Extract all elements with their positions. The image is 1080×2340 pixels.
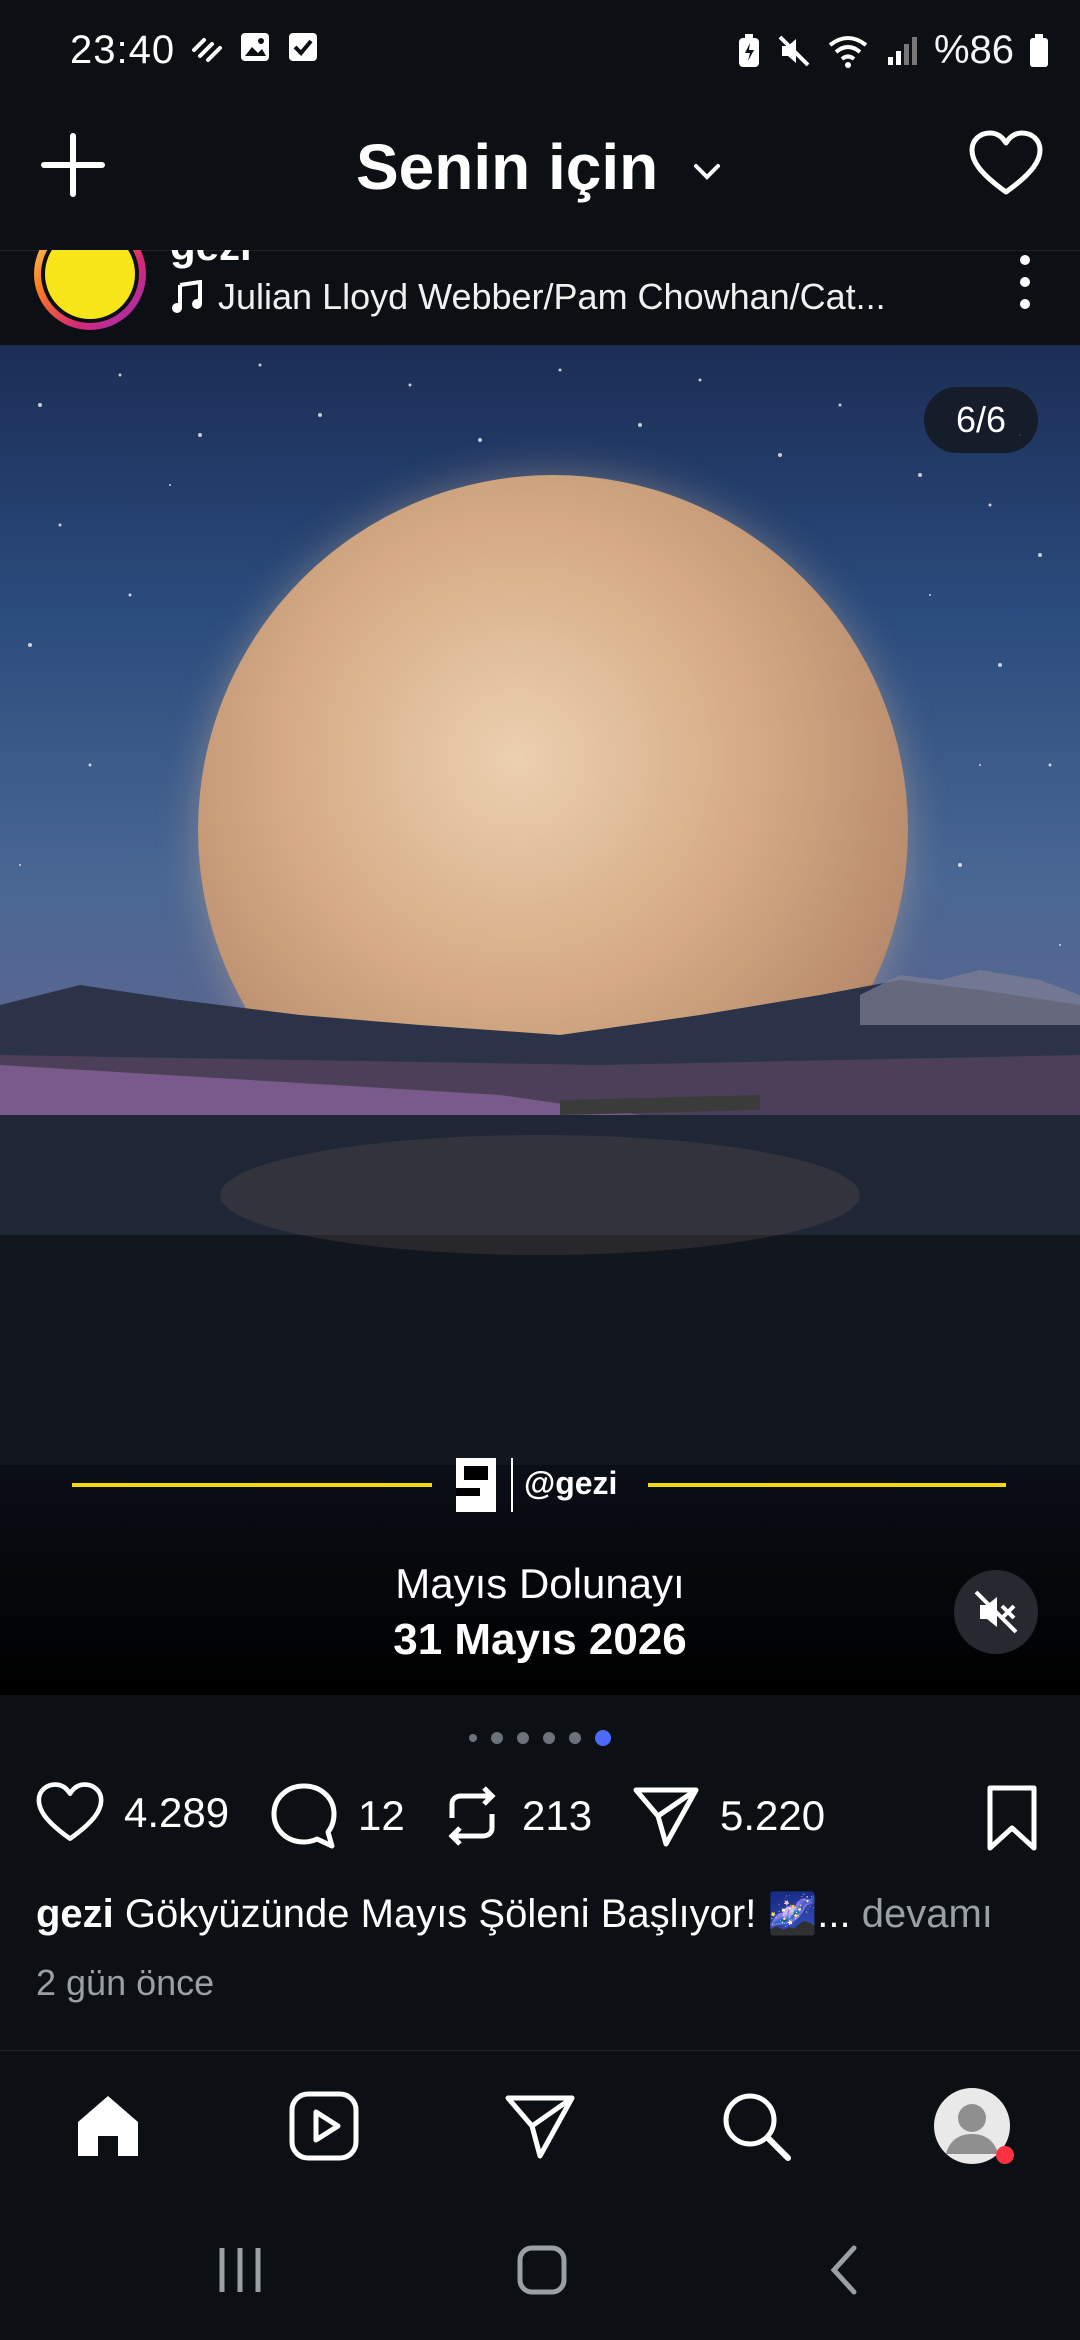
caption-text: Gökyüzünde Mayıs Şöleni Başlıyor! 🌌... bbox=[124, 1892, 851, 1936]
mute-icon bbox=[778, 35, 810, 66]
carousel-dot bbox=[491, 1732, 503, 1744]
battery-icon bbox=[1030, 33, 1048, 67]
status-time: 23:40 bbox=[70, 28, 176, 72]
image-counter: 6/6 bbox=[923, 387, 1038, 453]
repost-button[interactable]: 213 bbox=[440, 1780, 592, 1852]
status-right-icons: %86 bbox=[736, 28, 1050, 73]
more-options-icon[interactable] bbox=[1010, 250, 1040, 320]
carousel-dot bbox=[543, 1732, 555, 1744]
search-icon[interactable] bbox=[716, 2086, 796, 2166]
speaker-muted-icon bbox=[974, 1590, 1018, 1634]
profile-avatar[interactable] bbox=[930, 2084, 1014, 2164]
comment-count: 12 bbox=[358, 1792, 405, 1839]
feed-title: Senin için bbox=[355, 131, 659, 203]
repost-count: 213 bbox=[522, 1792, 593, 1839]
heart-icon[interactable] bbox=[968, 128, 1044, 200]
chevron-down-icon bbox=[694, 164, 721, 180]
wifi-icon bbox=[828, 35, 868, 68]
battery-saver-icon bbox=[738, 33, 759, 67]
send-icon bbox=[633, 1787, 699, 1847]
caption-username[interactable]: gezi bbox=[36, 1892, 114, 1936]
gallery-icon bbox=[241, 33, 269, 61]
music-note-icon bbox=[172, 280, 202, 313]
carousel-dot bbox=[517, 1732, 529, 1744]
comment-icon bbox=[271, 1783, 337, 1849]
system-navigation bbox=[0, 2200, 1080, 2340]
post-caption[interactable]: gezi Gökyüzünde Mayıs Şöleni Başlıyor! 🌌… bbox=[36, 1890, 1046, 1937]
brand-handle: @gezi bbox=[524, 1465, 618, 1501]
like-button[interactable]: 4.289 bbox=[34, 1780, 229, 1846]
post-music[interactable]: Julian Lloyd Webber/Pam Chowhan/Cat... bbox=[170, 276, 930, 318]
heart-icon bbox=[36, 1782, 104, 1841]
checkbox-icon bbox=[289, 33, 317, 61]
share-count: 5.220 bbox=[720, 1792, 826, 1839]
bookmark-icon[interactable] bbox=[982, 1784, 1042, 1852]
share-button[interactable]: 5.220 bbox=[630, 1780, 825, 1852]
status-left-icons bbox=[190, 30, 320, 64]
feed-selector[interactable]: Senin için bbox=[0, 130, 1080, 204]
feed-header: Senin için bbox=[0, 100, 1080, 251]
like-count: 4.289 bbox=[124, 1789, 230, 1836]
image-caption-title: Mayıs Dolunayı bbox=[395, 1560, 685, 1607]
recents-icon[interactable] bbox=[210, 2242, 270, 2298]
landscape bbox=[0, 970, 1080, 1465]
post-header: gezi Julian Lloyd Webber/Pam Chowhan/Cat… bbox=[0, 250, 1080, 345]
bottom-navigation bbox=[0, 2050, 1080, 2201]
music-label: Julian Lloyd Webber/Pam Chowhan/Cat... bbox=[218, 276, 886, 317]
post-actions: 4.289 12 213 5.220 bbox=[0, 1780, 1080, 1880]
reels-icon[interactable] bbox=[284, 2086, 364, 2166]
send-icon[interactable] bbox=[500, 2086, 580, 2166]
carousel-dot bbox=[469, 1734, 477, 1742]
post-username[interactable]: gezi bbox=[170, 250, 252, 270]
caption-more-link[interactable]: devamı bbox=[862, 1892, 993, 1936]
comment-button[interactable]: 12 bbox=[268, 1780, 405, 1852]
home-icon[interactable] bbox=[68, 2086, 148, 2166]
status-bar: 23:40 %86 bbox=[0, 0, 1080, 100]
post-media[interactable]: 6/6 @gezi Mayıs Dolunayı 31 Mayıs 2026 bbox=[0, 345, 1080, 1695]
image-caption-date: 31 Mayıs 2026 bbox=[393, 1615, 687, 1664]
battery-percent: %86 bbox=[933, 28, 1014, 72]
mute-button[interactable] bbox=[954, 1570, 1038, 1654]
post-time-ago: 2 gün önce bbox=[36, 1962, 215, 2003]
carousel-dot bbox=[569, 1732, 581, 1744]
post-avatar[interactable] bbox=[34, 250, 146, 330]
cell-signal-icon bbox=[887, 36, 917, 65]
home-button-icon[interactable] bbox=[512, 2240, 572, 2300]
repost-icon bbox=[448, 1786, 496, 1846]
carousel-dot-active bbox=[595, 1730, 611, 1746]
notification-dot bbox=[996, 2146, 1014, 2164]
signal-dots-icon bbox=[192, 38, 222, 62]
carousel-indicator bbox=[0, 1730, 1080, 1746]
back-icon[interactable] bbox=[820, 2242, 870, 2298]
